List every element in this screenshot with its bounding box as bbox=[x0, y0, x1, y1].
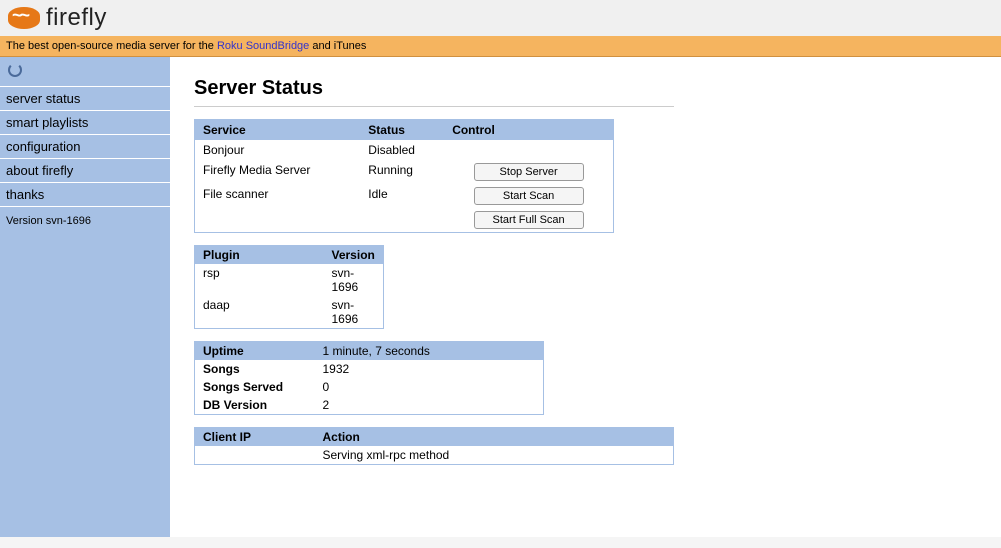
nav: server status smart playlists configurat… bbox=[0, 87, 170, 207]
plugins-table: Plugin Version rsp svn-1696 daap svn-169… bbox=[194, 245, 384, 329]
service-row: Start Full Scan bbox=[195, 208, 614, 233]
refresh-icon[interactable] bbox=[8, 63, 22, 77]
app-header: firefly bbox=[0, 0, 1001, 36]
clients-header-ip: Client IP bbox=[195, 428, 315, 447]
plugins-header-plugin: Plugin bbox=[195, 246, 324, 265]
stats-label: Songs Served bbox=[195, 378, 315, 396]
sidebar-item-smart-playlists[interactable]: smart playlists bbox=[0, 111, 170, 135]
plugin-row: daap svn-1696 bbox=[195, 296, 384, 329]
start-full-scan-button[interactable]: Start Full Scan bbox=[474, 211, 584, 229]
stats-value: 1932 bbox=[315, 360, 544, 378]
stats-label: Songs bbox=[195, 360, 315, 378]
tagline-after: and iTunes bbox=[309, 40, 366, 52]
sidebar-item-server-status[interactable]: server status bbox=[0, 87, 170, 111]
version-text: Version svn-1696 bbox=[0, 207, 170, 235]
stats-value: 2 bbox=[315, 396, 544, 415]
clients-header-action: Action bbox=[315, 428, 674, 447]
tagline-before: The best open-source media server for th… bbox=[6, 40, 217, 52]
stats-row: Songs Served 0 bbox=[195, 378, 544, 396]
sidebar-item-about-firefly[interactable]: about firefly bbox=[0, 159, 170, 183]
page-title: Server Status bbox=[194, 77, 977, 100]
tagline-bar: The best open-source media server for th… bbox=[0, 36, 1001, 57]
services-header-control: Control bbox=[444, 120, 613, 141]
service-name: Firefly Media Server bbox=[195, 160, 361, 184]
sidebar: server status smart playlists configurat… bbox=[0, 57, 170, 537]
stats-row: Songs 1932 bbox=[195, 360, 544, 378]
client-row: Serving xml-rpc method bbox=[195, 446, 674, 465]
service-name bbox=[195, 208, 361, 233]
start-scan-button[interactable]: Start Scan bbox=[474, 187, 584, 205]
service-status bbox=[360, 208, 444, 233]
plugin-version: svn-1696 bbox=[324, 296, 384, 329]
plugins-header-version: Version bbox=[324, 246, 384, 265]
stop-server-button[interactable]: Stop Server bbox=[474, 163, 584, 181]
service-status: Running bbox=[360, 160, 444, 184]
services-header-status: Status bbox=[360, 120, 444, 141]
service-control bbox=[444, 140, 613, 160]
service-name: Bonjour bbox=[195, 140, 361, 160]
service-status: Disabled bbox=[360, 140, 444, 160]
service-row: Bonjour Disabled bbox=[195, 140, 614, 160]
main-content: Server Status Service Status Control Bon… bbox=[170, 57, 1001, 537]
clients-table: Client IP Action Serving xml-rpc method bbox=[194, 427, 674, 465]
plugin-version: svn-1696 bbox=[324, 264, 384, 296]
plugin-row: rsp svn-1696 bbox=[195, 264, 384, 296]
services-table: Service Status Control Bonjour Disabled … bbox=[194, 119, 614, 233]
service-status: Idle bbox=[360, 184, 444, 208]
title-divider bbox=[194, 106, 674, 107]
service-row: File scanner Idle Start Scan bbox=[195, 184, 614, 208]
plugin-name: rsp bbox=[195, 264, 324, 296]
tagline-link[interactable]: Roku SoundBridge bbox=[217, 40, 309, 52]
service-name: File scanner bbox=[195, 184, 361, 208]
stats-label: DB Version bbox=[195, 396, 315, 415]
firefly-logo-icon bbox=[8, 7, 40, 29]
client-ip bbox=[195, 446, 315, 465]
refresh-row bbox=[0, 57, 170, 87]
plugin-name: daap bbox=[195, 296, 324, 329]
stats-header-label: Uptime bbox=[195, 342, 315, 361]
stats-row: DB Version 2 bbox=[195, 396, 544, 415]
stats-table: Uptime 1 minute, 7 seconds Songs 1932 So… bbox=[194, 341, 544, 415]
sidebar-item-thanks[interactable]: thanks bbox=[0, 183, 170, 207]
services-header-service: Service bbox=[195, 120, 361, 141]
stats-value: 0 bbox=[315, 378, 544, 396]
stats-header-value: 1 minute, 7 seconds bbox=[315, 342, 544, 361]
service-row: Firefly Media Server Running Stop Server bbox=[195, 160, 614, 184]
brand-text: firefly bbox=[46, 4, 107, 32]
client-action: Serving xml-rpc method bbox=[315, 446, 674, 465]
sidebar-item-configuration[interactable]: configuration bbox=[0, 135, 170, 159]
